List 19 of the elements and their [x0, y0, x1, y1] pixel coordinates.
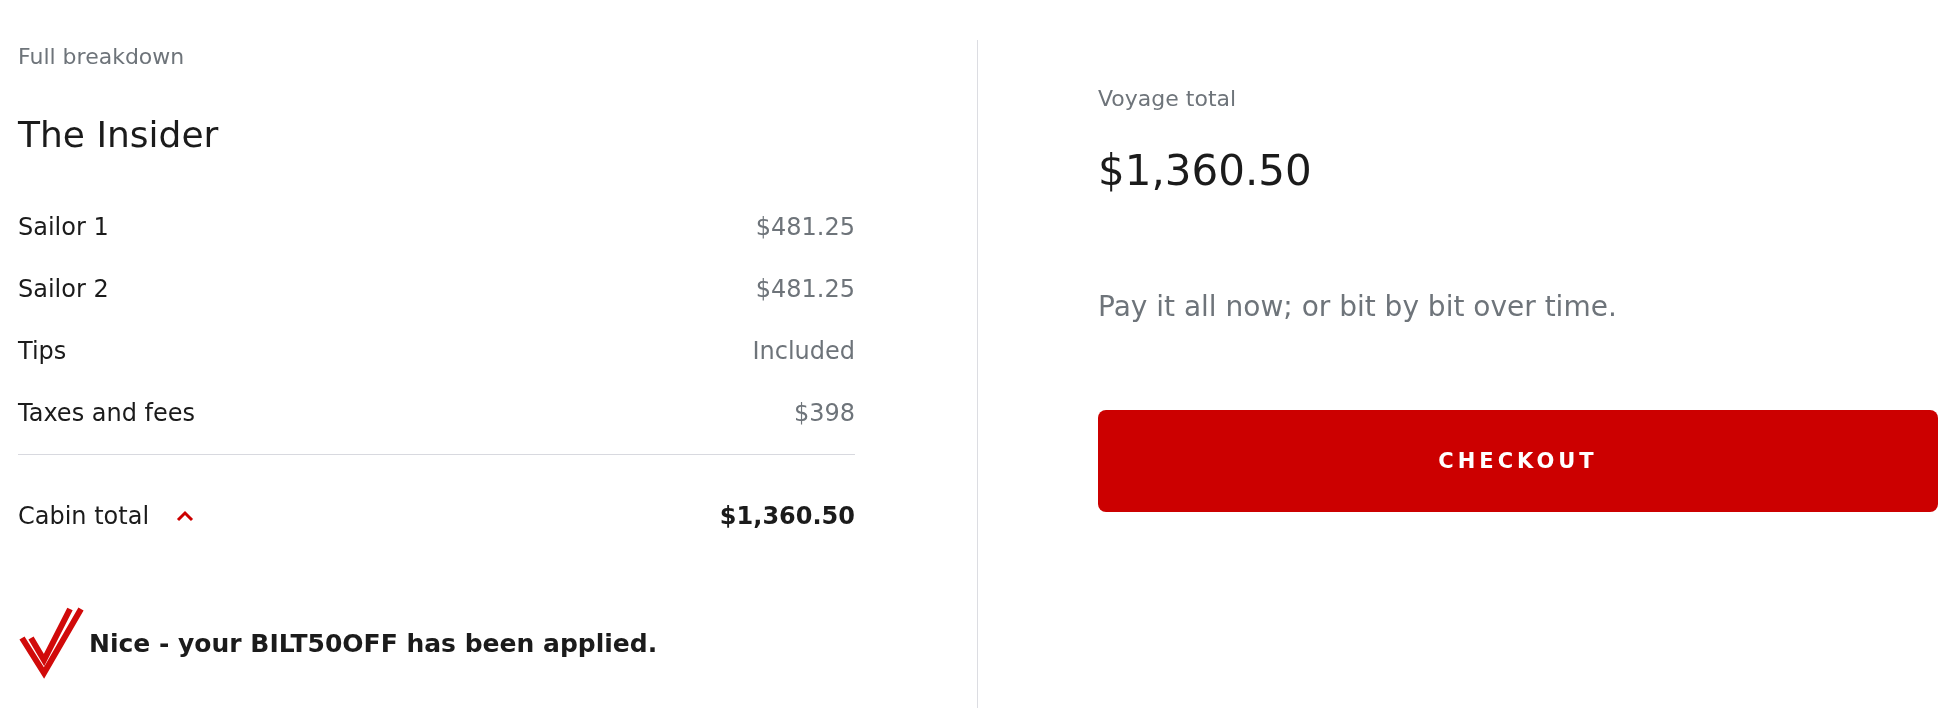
- payment-note: Pay it all now; or bit by bit over time.: [1098, 290, 1617, 324]
- line-item-label: Sailor 1: [18, 212, 109, 242]
- section-label: Full breakdown: [18, 43, 185, 71]
- cabin-total-price: $1,360.50: [719, 501, 855, 531]
- line-item-label: Tips: [18, 336, 67, 366]
- line-item-price: $398: [793, 398, 855, 428]
- line-item-price: $481.25: [755, 212, 855, 242]
- promo-message: Nice - your BILT50OFF has been applied.: [89, 627, 658, 660]
- line-item-label: Taxes and fees: [18, 398, 196, 428]
- line-item-price: Included: [752, 336, 855, 366]
- checkout-button[interactable]: CHECKOUT: [1098, 410, 1938, 512]
- cabin-total-label: Cabin total: [18, 501, 150, 531]
- line-item-price: $481.25: [755, 274, 855, 304]
- check-icon: [18, 607, 85, 680]
- voyage-total-price: $1,360.50: [1098, 145, 1312, 197]
- chevron-up-icon[interactable]: [176, 510, 195, 522]
- line-item-label: Sailor 2: [18, 274, 109, 304]
- package-title: The Insider: [18, 113, 219, 157]
- voyage-total-label: Voyage total: [1098, 85, 1237, 113]
